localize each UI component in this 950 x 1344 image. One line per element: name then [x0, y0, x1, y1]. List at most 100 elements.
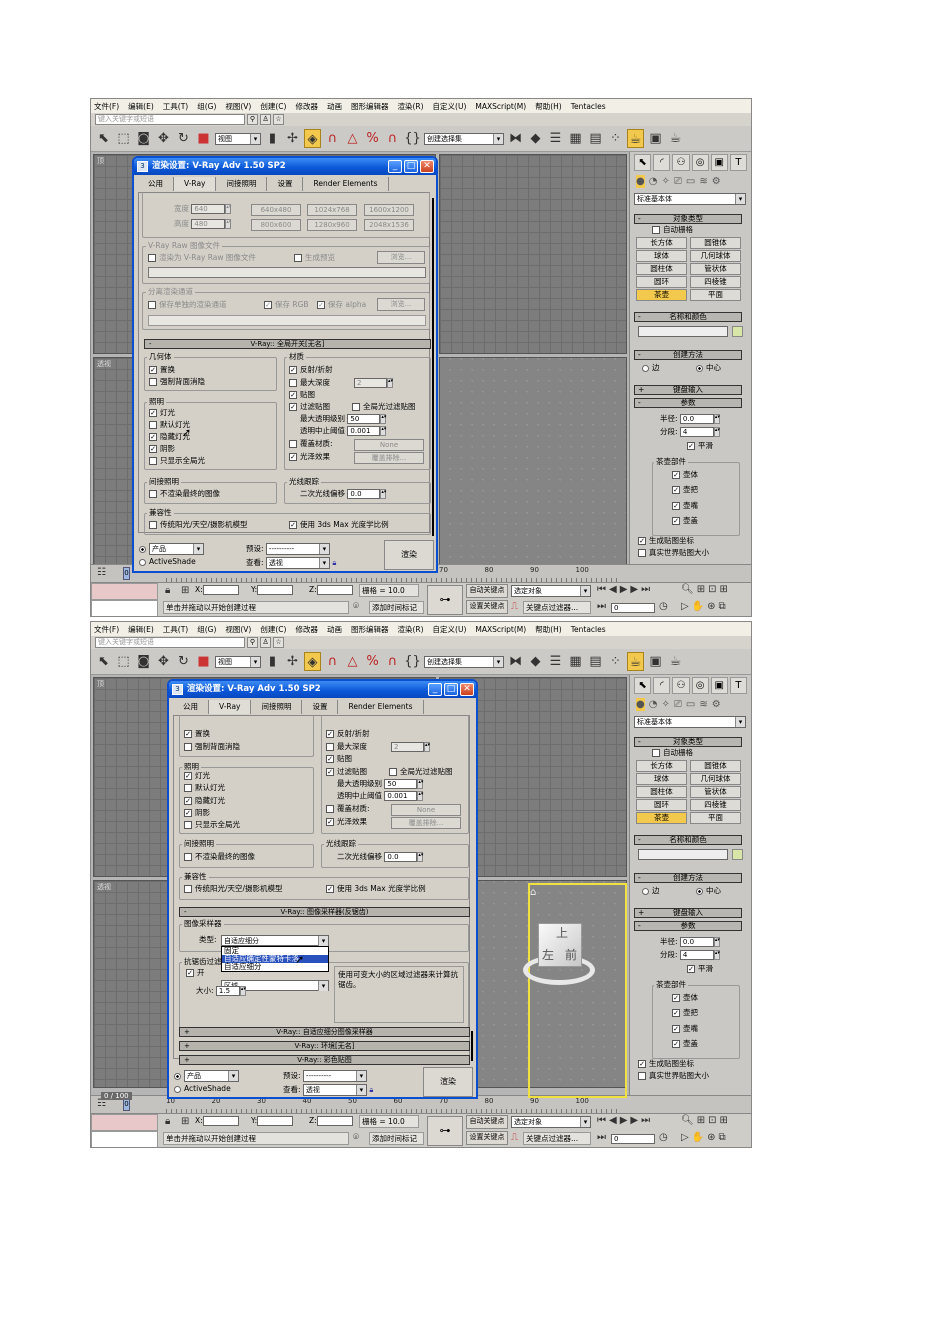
manipulate-icon[interactable]: ✢	[284, 652, 301, 671]
width-input[interactable]: 640	[191, 204, 226, 214]
max-depth-input[interactable]: 2	[391, 742, 424, 752]
move-icon[interactable]: ✥	[155, 652, 172, 671]
mirror-icon[interactable]: ⧓	[507, 652, 524, 671]
tab-common[interactable]: 公用	[138, 177, 174, 191]
save-rgb-checkbox[interactable]	[264, 301, 272, 309]
edge-radio[interactable]	[642, 364, 649, 372]
helpers-icon[interactable]: ▭	[686, 175, 695, 188]
minimize-button[interactable]: _	[428, 683, 442, 696]
menu-animation[interactable]: 动画	[327, 101, 342, 112]
override-mtl-checkbox[interactable]	[326, 805, 334, 813]
displacement-checkbox[interactable]	[149, 366, 157, 374]
viewport-label-perspective[interactable]: 透视	[97, 882, 111, 892]
body-checkbox[interactable]	[672, 471, 680, 479]
rollout-keyboard-entry[interactable]: + 键盘输入	[634, 385, 742, 395]
preset-800x600[interactable]: 800x600	[251, 219, 301, 231]
shadows-checkbox[interactable]	[184, 809, 192, 817]
scale-icon[interactable]: ■	[195, 129, 212, 148]
set-key-icon[interactable]: ⊶	[427, 585, 463, 615]
viewport-label-top[interactable]: 顶	[97, 679, 104, 689]
secondary-bias-spinner[interactable]: ▴▾	[417, 852, 423, 862]
named-selection-sets-dropdown[interactable]: 创建选择集	[424, 655, 504, 668]
motion-tab-icon[interactable]: ◎	[691, 154, 709, 171]
absolute-mode-icon[interactable]: ⊞	[181, 585, 189, 597]
box-button[interactable]: 长方体	[636, 760, 687, 772]
menu-graph-editors[interactable]: 图形编辑器	[351, 101, 389, 112]
lock-icon[interactable]: 🔒︎	[165, 1116, 170, 1128]
zoom-nav-icons[interactable]: 🔍︎⊞⊡⊞	[681, 584, 731, 596]
maxscript-listener-pink[interactable]	[91, 583, 158, 600]
utilities-tab-icon[interactable]: T	[729, 154, 748, 171]
tab-vray[interactable]: V-Ray	[174, 177, 217, 191]
real-world-checkbox[interactable]	[638, 1072, 646, 1080]
radius-spinner[interactable]: ▴▾	[713, 937, 720, 947]
time-slider[interactable]: 0	[123, 567, 130, 580]
pyramid-button[interactable]: 四棱锥	[690, 276, 741, 288]
raw-path-field[interactable]	[148, 267, 426, 278]
production-radio[interactable]	[174, 1072, 181, 1080]
torus-button[interactable]: 圆环	[636, 276, 687, 288]
rotate-icon[interactable]: ↻	[175, 652, 192, 671]
glossy-effects-checkbox[interactable]	[289, 453, 297, 461]
window-crossing-icon[interactable]: ◙	[135, 652, 152, 671]
playback-controls-icon[interactable]: ⏮◀▶▶⏭	[597, 584, 653, 596]
radius-input[interactable]: 0.0	[679, 414, 714, 424]
reference-coord-dropdown[interactable]: 视图	[215, 655, 261, 668]
gen-mapping-checkbox[interactable]	[638, 537, 646, 545]
helpers-icon[interactable]: ▭	[686, 698, 695, 711]
transparency-cutoff-spinner[interactable]: ▴▾	[417, 791, 423, 801]
time-config-icon[interactable]: ◷	[659, 1132, 668, 1144]
preset-1280x960[interactable]: 1280x960	[307, 219, 357, 231]
max-depth-input[interactable]: 2	[354, 378, 387, 388]
menu-tentacles[interactable]: Tentacles	[571, 102, 606, 111]
reference-coord-dropdown[interactable]: 视图	[215, 132, 261, 145]
split-path-field[interactable]	[148, 315, 426, 326]
material-editor-icon[interactable]: ⁘	[607, 129, 624, 148]
systems-icon[interactable]: ⚙	[712, 698, 721, 711]
tab-common[interactable]: 公用	[173, 700, 209, 714]
show-gi-only-checkbox[interactable]	[184, 821, 192, 829]
maximize-button[interactable]: □	[444, 683, 458, 696]
manipulate-icon[interactable]: ✢	[284, 129, 301, 148]
viewport-perspective[interactable]	[439, 357, 627, 565]
menu-maxscript[interactable]: MAXScript(M)	[475, 102, 526, 111]
production-dropdown[interactable]: 产品	[149, 543, 204, 555]
render-button[interactable]: 渲染	[423, 1067, 473, 1097]
secondary-bias-spinner[interactable]: ▴▾	[380, 489, 386, 499]
smooth-checkbox[interactable]	[687, 442, 695, 450]
secondary-bias-input[interactable]: 0.0	[384, 852, 418, 862]
preset-dropdown[interactable]: ----------	[302, 1070, 367, 1082]
shapes-icon[interactable]: ◔	[649, 175, 658, 188]
menu-rendering[interactable]: 渲染(R)	[397, 624, 423, 635]
key-filters-button[interactable]: 关键点过滤器...	[523, 601, 591, 614]
segments-input[interactable]: 4	[679, 427, 714, 437]
max-transparency-spinner[interactable]: ▴▾	[417, 779, 423, 789]
snap-3d-icon[interactable]: ∩	[324, 652, 341, 671]
pivot-center-icon[interactable]: ▮	[264, 652, 281, 671]
object-name-input[interactable]	[638, 849, 728, 860]
geometry-icon[interactable]: ●	[636, 175, 645, 188]
close-button[interactable]: ✕	[420, 160, 434, 173]
hierarchy-tab-icon[interactable]: ⚇	[672, 154, 690, 171]
menu-maxscript[interactable]: MAXScript(M)	[475, 625, 526, 634]
filter-maps-checkbox[interactable]	[326, 768, 334, 776]
x-input[interactable]	[202, 1116, 239, 1126]
option-adaptive-subdivision[interactable]: 自适应细分	[222, 963, 328, 971]
preset-1024x768[interactable]: 1024x768	[307, 204, 357, 216]
preset-dropdown[interactable]: ----------	[265, 543, 330, 555]
aa-on-checkbox[interactable]	[186, 969, 194, 977]
isolate-icon[interactable]: ⌾	[353, 601, 359, 613]
override-exclude-button[interactable]: 覆盖排除...	[391, 817, 461, 829]
rect-selection-icon[interactable]: ⬚	[115, 129, 132, 148]
geometry-icon[interactable]: ●	[636, 698, 645, 711]
max-depth-checkbox[interactable]	[326, 743, 334, 751]
rendered-frame-window-icon[interactable]: ▣	[647, 129, 664, 148]
max-transparency-spinner[interactable]: ▴▾	[380, 414, 386, 424]
activeshade-radio[interactable]	[174, 1085, 181, 1093]
height-input[interactable]: 480	[191, 219, 226, 229]
max-depth-spinner[interactable]: ▴▾	[424, 742, 430, 752]
schematic-view-icon[interactable]: ▤	[587, 652, 604, 671]
category-dropdown[interactable]: 标准基本体	[634, 716, 746, 728]
cylinder-button[interactable]: 圆柱体	[636, 786, 687, 798]
favorites-star-icon[interactable]: ☆	[273, 637, 284, 648]
